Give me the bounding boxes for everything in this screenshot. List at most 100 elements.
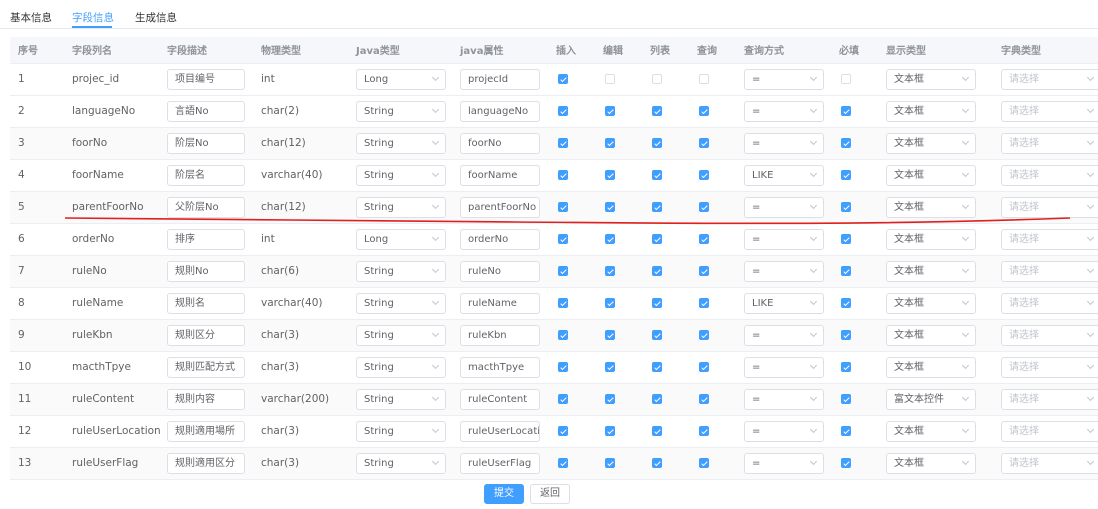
java-type-select[interactable]: String: [356, 356, 446, 378]
html-type-select[interactable]: 文本框: [886, 228, 976, 250]
list-checkbox[interactable]: [652, 394, 662, 404]
submit-button[interactable]: 提交: [484, 484, 524, 504]
dict-type-select[interactable]: 请选择: [1001, 292, 1098, 314]
query-type-select[interactable]: LIKE: [744, 164, 824, 186]
query-type-select[interactable]: =: [744, 196, 824, 218]
required-checkbox[interactable]: [841, 234, 851, 244]
java-type-select[interactable]: Long: [356, 228, 446, 250]
edit-checkbox[interactable]: [605, 234, 615, 244]
java-type-select[interactable]: String: [356, 324, 446, 346]
html-type-select[interactable]: 文本框: [886, 420, 976, 442]
query-checkbox[interactable]: [699, 106, 709, 116]
description-input[interactable]: 阶层名: [167, 164, 245, 186]
java-type-select[interactable]: String: [356, 260, 446, 282]
insert-checkbox[interactable]: [558, 426, 568, 436]
edit-checkbox[interactable]: [605, 298, 615, 308]
description-input[interactable]: 项目编号: [167, 68, 245, 90]
required-checkbox[interactable]: [841, 202, 851, 212]
html-type-select[interactable]: 文本框: [886, 164, 976, 186]
query-type-select[interactable]: =: [744, 68, 824, 90]
required-checkbox[interactable]: [841, 170, 851, 180]
description-input[interactable]: 规則No: [167, 260, 245, 282]
list-checkbox[interactable]: [652, 234, 662, 244]
java-field-input[interactable]: ruleNo: [460, 260, 540, 282]
insert-checkbox[interactable]: [558, 106, 568, 116]
java-field-input[interactable]: foorNo: [460, 132, 540, 154]
insert-checkbox[interactable]: [558, 234, 568, 244]
list-checkbox[interactable]: [652, 298, 662, 308]
insert-checkbox[interactable]: [558, 330, 568, 340]
html-type-select[interactable]: 文本框: [886, 68, 976, 90]
dict-type-select[interactable]: 请选择: [1001, 388, 1098, 410]
edit-checkbox[interactable]: [605, 394, 615, 404]
dict-type-select[interactable]: 请选择: [1001, 100, 1098, 122]
insert-checkbox[interactable]: [558, 394, 568, 404]
html-type-select[interactable]: 文本框: [886, 452, 976, 474]
edit-checkbox[interactable]: [605, 458, 615, 468]
description-input[interactable]: 规則内容: [167, 388, 245, 410]
description-input[interactable]: 规則適用場所: [167, 420, 245, 442]
query-checkbox[interactable]: [699, 330, 709, 340]
java-field-input[interactable]: ruleKbn: [460, 324, 540, 346]
insert-checkbox[interactable]: [558, 170, 568, 180]
required-checkbox[interactable]: [841, 394, 851, 404]
dict-type-select[interactable]: 请选择: [1001, 420, 1098, 442]
dict-type-select[interactable]: 请选择: [1001, 452, 1098, 474]
list-checkbox[interactable]: [652, 170, 662, 180]
query-checkbox[interactable]: [699, 266, 709, 276]
java-field-input[interactable]: ruleName: [460, 292, 540, 314]
query-type-select[interactable]: =: [744, 356, 824, 378]
insert-checkbox[interactable]: [558, 298, 568, 308]
edit-checkbox[interactable]: [605, 426, 615, 436]
required-checkbox[interactable]: [841, 74, 851, 84]
list-checkbox[interactable]: [652, 458, 662, 468]
query-checkbox[interactable]: [699, 426, 709, 436]
query-type-select[interactable]: LIKE: [744, 292, 824, 314]
html-type-select[interactable]: 文本框: [886, 260, 976, 282]
edit-checkbox[interactable]: [605, 138, 615, 148]
insert-checkbox[interactable]: [558, 74, 568, 84]
query-checkbox[interactable]: [699, 458, 709, 468]
html-type-select[interactable]: 文本框: [886, 356, 976, 378]
html-type-select[interactable]: 文本框: [886, 100, 976, 122]
description-input[interactable]: 规則匹配方式: [167, 356, 245, 378]
java-field-input[interactable]: ruleContent: [460, 388, 540, 410]
edit-checkbox[interactable]: [605, 330, 615, 340]
html-type-select[interactable]: 文本框: [886, 132, 976, 154]
list-checkbox[interactable]: [652, 138, 662, 148]
dict-type-select[interactable]: 请选择: [1001, 228, 1098, 250]
edit-checkbox[interactable]: [605, 362, 615, 372]
description-input[interactable]: 规則名: [167, 292, 245, 314]
list-checkbox[interactable]: [652, 330, 662, 340]
query-type-select[interactable]: =: [744, 452, 824, 474]
edit-checkbox[interactable]: [605, 202, 615, 212]
tab-generate-info[interactable]: 生成信息: [135, 10, 177, 25]
list-checkbox[interactable]: [652, 266, 662, 276]
java-field-input[interactable]: languageNo: [460, 100, 540, 122]
insert-checkbox[interactable]: [558, 458, 568, 468]
tab-basic-info[interactable]: 基本信息: [10, 10, 52, 25]
html-type-select[interactable]: 文本框: [886, 324, 976, 346]
query-type-select[interactable]: =: [744, 388, 824, 410]
html-type-select[interactable]: 文本框: [886, 196, 976, 218]
java-field-input[interactable]: projecId: [460, 68, 540, 90]
query-type-select[interactable]: =: [744, 324, 824, 346]
java-field-input[interactable]: orderNo: [460, 228, 540, 250]
edit-checkbox[interactable]: [605, 74, 615, 84]
description-input[interactable]: 规則区分: [167, 324, 245, 346]
query-type-select[interactable]: =: [744, 132, 824, 154]
query-type-select[interactable]: =: [744, 260, 824, 282]
html-type-select[interactable]: 文本框: [886, 292, 976, 314]
html-type-select[interactable]: 富文本控件: [886, 388, 976, 410]
list-checkbox[interactable]: [652, 106, 662, 116]
dict-type-select[interactable]: 请选择: [1001, 132, 1098, 154]
list-checkbox[interactable]: [652, 362, 662, 372]
edit-checkbox[interactable]: [605, 170, 615, 180]
required-checkbox[interactable]: [841, 138, 851, 148]
query-checkbox[interactable]: [699, 202, 709, 212]
description-input[interactable]: 排序: [167, 228, 245, 250]
query-checkbox[interactable]: [699, 138, 709, 148]
query-checkbox[interactable]: [699, 362, 709, 372]
query-type-select[interactable]: =: [744, 228, 824, 250]
list-checkbox[interactable]: [652, 426, 662, 436]
